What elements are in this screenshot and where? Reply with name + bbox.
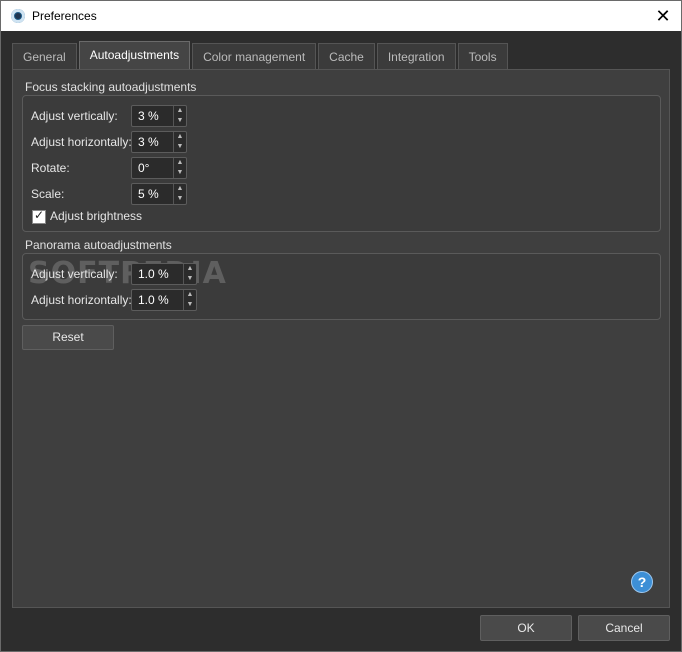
focus-adjust-horizontally-spinbox[interactable]: 3 % ▲ ▼ xyxy=(131,131,187,153)
focus-scale-label: Scale: xyxy=(31,187,65,201)
focus-adjust-horizontally-label: Adjust horizontally: xyxy=(31,135,132,149)
spin-up-icon[interactable]: ▲ xyxy=(174,158,186,168)
close-icon[interactable]: ✕ xyxy=(653,5,673,27)
panorama-adjust-vertically-spinbox[interactable]: 1.0 % ▲ ▼ xyxy=(131,263,197,285)
help-icon[interactable]: ? xyxy=(631,571,653,593)
adjust-brightness-label[interactable]: Adjust brightness xyxy=(50,209,142,223)
panorama-adjust-vertically-label: Adjust vertically: xyxy=(31,267,118,281)
focus-adjust-vertically-spinbox[interactable]: 3 % ▲ ▼ xyxy=(131,105,187,127)
app-icon xyxy=(11,9,25,23)
spin-up-icon[interactable]: ▲ xyxy=(174,184,186,194)
ok-button[interactable]: OK xyxy=(480,615,572,641)
spinbox-value: 5 % xyxy=(138,187,159,201)
window-title: Preferences xyxy=(32,9,97,23)
tab-color-management[interactable]: Color management xyxy=(192,43,317,70)
spin-down-icon[interactable]: ▼ xyxy=(184,300,196,310)
spin-up-icon[interactable]: ▲ xyxy=(174,132,186,142)
tab-tools[interactable]: Tools xyxy=(457,43,508,70)
reset-button[interactable]: Reset xyxy=(22,325,114,350)
panorama-adjust-horizontally-spinbox[interactable]: 1.0 % ▲ ▼ xyxy=(131,289,197,311)
spin-down-icon[interactable]: ▼ xyxy=(174,168,186,178)
spin-down-icon[interactable]: ▼ xyxy=(184,274,196,284)
spinbox-value: 0° xyxy=(138,161,150,175)
spinbox-value: 3 % xyxy=(138,135,159,149)
spinbox-value: 1.0 % xyxy=(138,267,169,281)
panorama-group-title: Panorama autoadjustments xyxy=(25,238,172,252)
tab-bar: General Autoadjustments Color management… xyxy=(12,41,510,70)
spin-up-icon[interactable]: ▲ xyxy=(184,264,196,274)
adjust-brightness-checkbox[interactable] xyxy=(32,208,46,224)
spin-down-icon[interactable]: ▼ xyxy=(174,142,186,152)
tab-general[interactable]: General xyxy=(12,43,77,70)
focus-scale-spinbox[interactable]: 5 % ▲ ▼ xyxy=(131,183,187,205)
spin-up-icon[interactable]: ▲ xyxy=(184,290,196,300)
spin-down-icon[interactable]: ▼ xyxy=(174,116,186,126)
tab-integration[interactable]: Integration xyxy=(376,43,456,70)
spin-up-icon[interactable]: ▲ xyxy=(174,106,186,116)
panorama-adjust-horizontally-label: Adjust horizontally: xyxy=(31,293,132,307)
focus-rotate-spinbox[interactable]: 0° ▲ ▼ xyxy=(131,157,187,179)
title-bar: Preferences ✕ xyxy=(0,0,682,32)
spinbox-value: 1.0 % xyxy=(138,293,169,307)
focus-group-title: Focus stacking autoadjustments xyxy=(25,80,197,94)
focus-rotate-label: Rotate: xyxy=(31,161,70,175)
tab-autoadjustments[interactable]: Autoadjustments xyxy=(78,41,191,70)
spin-down-icon[interactable]: ▼ xyxy=(174,194,186,204)
focus-adjust-vertically-label: Adjust vertically: xyxy=(31,109,118,123)
spinbox-value: 3 % xyxy=(138,109,159,123)
panorama-groupbox xyxy=(22,253,661,320)
cancel-button[interactable]: Cancel xyxy=(578,615,670,641)
tab-cache[interactable]: Cache xyxy=(318,43,375,70)
